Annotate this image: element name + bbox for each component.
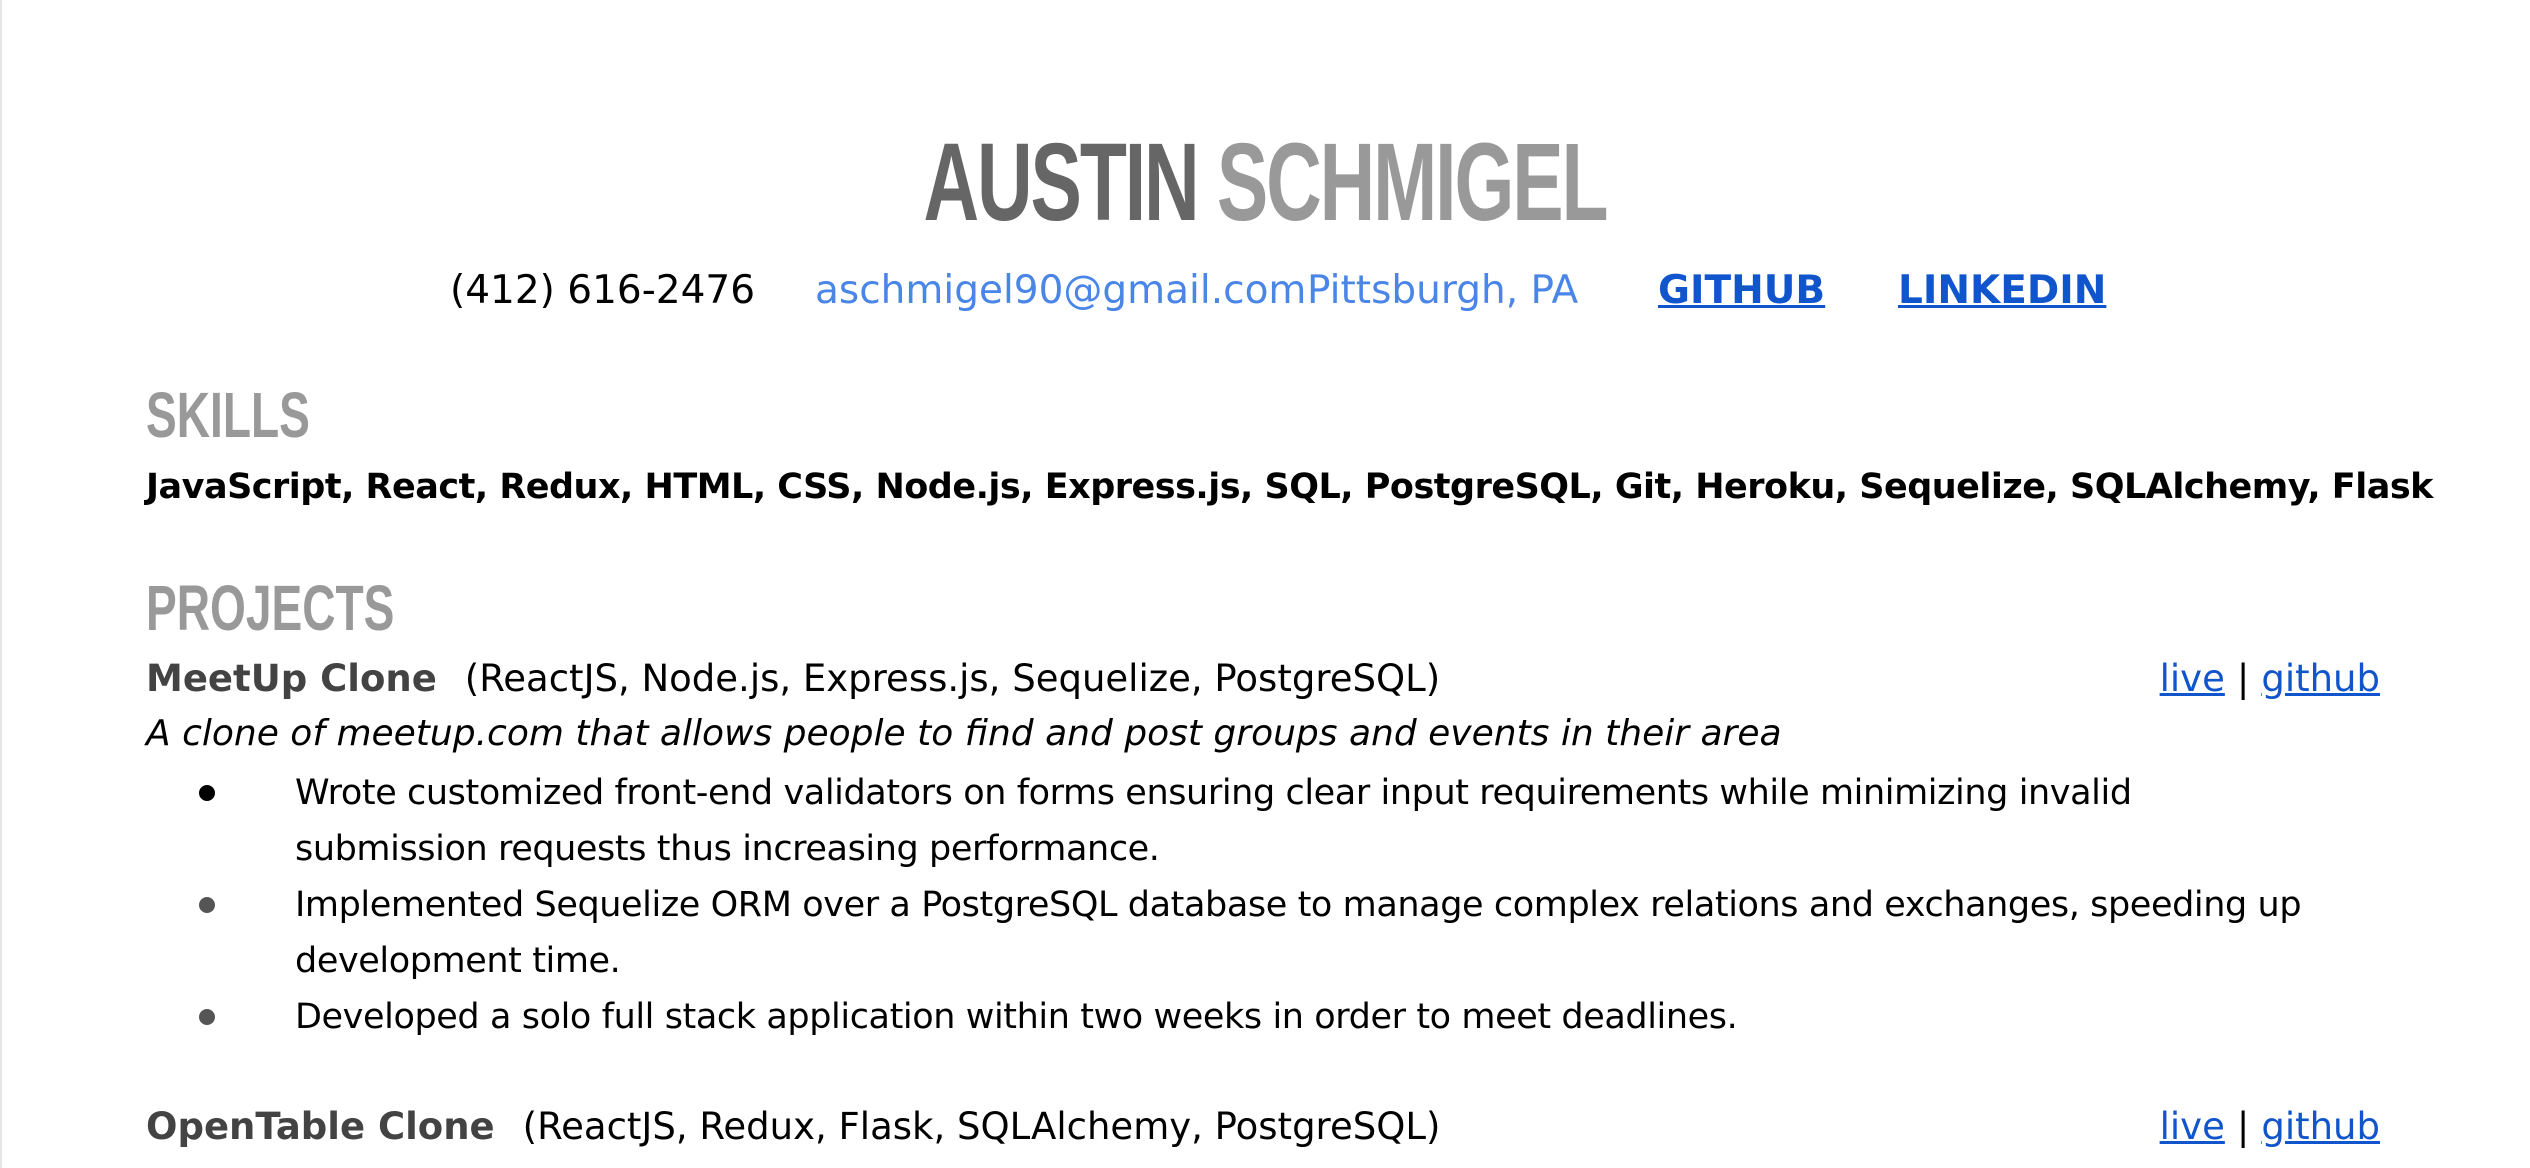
bullet-icon xyxy=(199,785,215,801)
project-links-meetup: live | github xyxy=(2160,653,2380,705)
project-tech: (ReactJS, Redux, Flask, SQLAlchemy, Post… xyxy=(522,1105,1441,1148)
bullet-text: Developed a solo full stack application … xyxy=(295,997,1738,1037)
skills-list: JavaScript, React, Redux, HTML, CSS, Nod… xyxy=(146,467,2433,507)
project-bullet-list: Wrote customized front-end validators on… xyxy=(0,765,2530,1045)
live-link[interactable]: live xyxy=(2160,657,2225,700)
location: Pittsburgh, PA xyxy=(1307,268,1579,313)
project-description: A clone of meetup.com that allows people… xyxy=(146,713,1782,754)
github-repo-link[interactable]: github xyxy=(2261,1105,2380,1148)
email-address: aschmigel90@gmail.com xyxy=(815,268,1307,313)
list-item: Wrote customized front-end validators on… xyxy=(0,765,2530,877)
resume-name: AUSTIN SCHMIGEL xyxy=(380,128,2151,238)
link-separator: | xyxy=(2236,1105,2250,1148)
project-name: OpenTable Clone xyxy=(146,1105,495,1148)
first-name: AUSTIN xyxy=(923,121,1200,244)
list-item: Developed a solo full stack application … xyxy=(0,989,2530,1045)
projects-heading: PROJECTS xyxy=(146,572,395,644)
github-repo-link[interactable]: github xyxy=(2261,657,2380,700)
github-link[interactable]: GITHUB xyxy=(1658,266,1825,316)
list-item: Implemented Sequelize ORM over a Postgre… xyxy=(0,877,2530,989)
bullet-icon xyxy=(199,897,215,913)
bullet-text: Wrote customized front-end validators on… xyxy=(295,773,2132,869)
project-links-opentable: live | github xyxy=(2160,1101,2380,1153)
bullet-icon xyxy=(199,1009,215,1025)
project-tech: (ReactJS, Node.js, Express.js, Sequelize… xyxy=(464,657,1441,700)
linkedin-link[interactable]: LINKEDIN xyxy=(1898,266,2106,316)
phone-number: (412) 616-2476 xyxy=(450,268,756,313)
link-separator: | xyxy=(2236,657,2250,700)
bullet-text: Implemented Sequelize ORM over a Postgre… xyxy=(295,885,2302,981)
project-name: MeetUp Clone xyxy=(146,657,437,700)
contact-line: (412) 616-2476 aschmigel90@gmail.com Pit… xyxy=(0,266,2530,316)
project-header-opentable: OpenTable Clone (ReactJS, Redux, Flask, S… xyxy=(146,1101,1440,1153)
skills-heading: SKILLS xyxy=(146,379,310,451)
live-link[interactable]: live xyxy=(2160,1105,2225,1148)
resume-document: AUSTIN SCHMIGEL (412) 616-2476 aschmigel… xyxy=(0,0,2530,1168)
last-name: SCHMIGEL xyxy=(1216,121,1609,244)
project-header-meetup: MeetUp Clone (ReactJS, Node.js, Express.j… xyxy=(146,653,1440,705)
